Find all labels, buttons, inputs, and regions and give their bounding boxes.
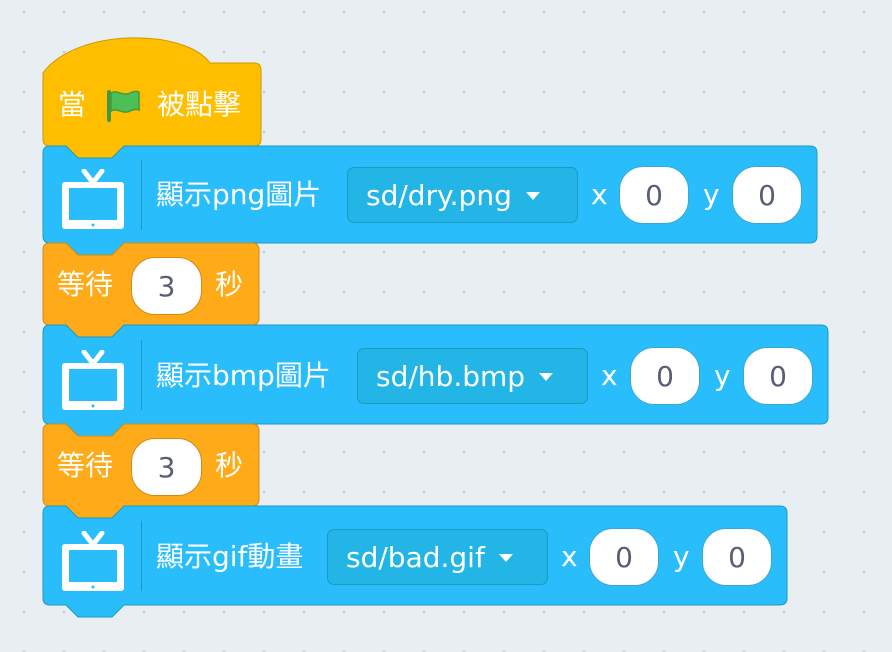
gif-file-dropdown-value: sd/bad.gif xyxy=(346,540,485,574)
y-input-value: 0 xyxy=(769,359,787,393)
y-input[interactable]: 0 xyxy=(732,166,802,224)
x-input-value: 0 xyxy=(645,178,663,212)
tv-icon xyxy=(62,169,124,229)
show-png-label: 顯示png圖片 xyxy=(156,178,322,211)
y-input[interactable]: 0 xyxy=(702,528,772,586)
bmp-file-dropdown-value: sd/hb.bmp xyxy=(376,359,526,393)
x-label: x xyxy=(561,540,578,573)
green-flag-icon xyxy=(107,90,140,122)
x-input[interactable]: 0 xyxy=(630,347,700,405)
x-input-value: 0 xyxy=(656,359,674,393)
x-input[interactable]: 0 xyxy=(619,166,689,224)
y-label: y xyxy=(703,178,720,211)
dropdown-arrow-icon xyxy=(539,373,554,381)
wait-2-seconds-value: 3 xyxy=(157,450,176,484)
y-label: y xyxy=(714,359,731,392)
gif-file-dropdown[interactable]: sd/bad.gif xyxy=(327,529,548,585)
show-gif-label: 顯示gif動畫 xyxy=(156,540,304,573)
x-label: x xyxy=(591,178,608,211)
block-separator xyxy=(141,160,142,230)
hat-suffix-text: 被點擊 xyxy=(157,88,242,121)
block-separator xyxy=(141,340,142,410)
y-label: y xyxy=(673,540,690,573)
hat-prefix-text: 當 xyxy=(58,88,87,121)
png-file-dropdown-value: sd/dry.png xyxy=(366,178,512,212)
bmp-file-dropdown[interactable]: sd/hb.bmp xyxy=(357,348,588,404)
dropdown-arrow-icon xyxy=(498,554,513,562)
png-file-dropdown[interactable]: sd/dry.png xyxy=(347,167,578,223)
show-bmp-label: 顯示bmp圖片 xyxy=(156,359,331,392)
x-input-value: 0 xyxy=(615,540,633,574)
y-input[interactable]: 0 xyxy=(743,347,813,405)
wait-1-seconds-value: 3 xyxy=(157,269,176,303)
tv-icon xyxy=(62,350,124,410)
wait-1-label: 等待 xyxy=(57,268,114,301)
y-input-value: 0 xyxy=(728,540,746,574)
wait-2-label: 等待 xyxy=(57,449,114,482)
tv-icon xyxy=(62,531,124,591)
block-separator xyxy=(141,521,142,591)
wait-1-unit: 秒 xyxy=(215,268,244,301)
y-input-value: 0 xyxy=(758,178,776,212)
x-input[interactable]: 0 xyxy=(589,528,659,586)
wait-2-unit: 秒 xyxy=(215,449,244,482)
wait-2-seconds-input[interactable]: 3 xyxy=(131,438,202,496)
dropdown-arrow-icon xyxy=(525,192,540,200)
x-label: x xyxy=(601,359,618,392)
wait-1-seconds-input[interactable]: 3 xyxy=(131,257,202,315)
